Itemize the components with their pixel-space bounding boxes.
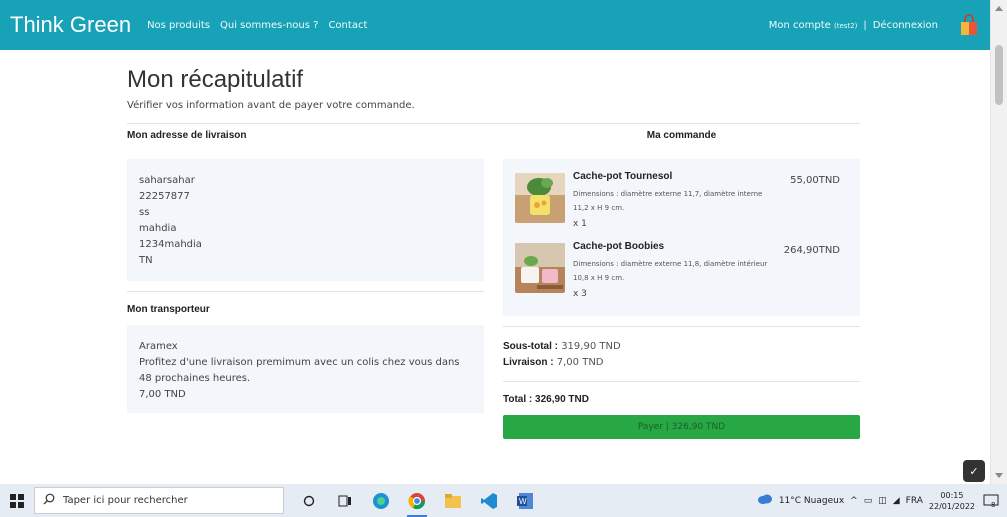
- product-info: Cache-pot Boobies Dimensions : diamètre …: [573, 239, 783, 309]
- taskbar-apps: W: [296, 488, 538, 517]
- clock-time: 00:15: [940, 490, 964, 500]
- language-indicator[interactable]: FRA: [906, 496, 923, 506]
- account-link[interactable]: Mon compte (test2): [769, 20, 858, 31]
- account-nav: Mon compte (test2) | Déconnexion: [769, 14, 980, 36]
- cortana-icon[interactable]: [296, 488, 322, 514]
- shopping-bag-icon[interactable]: [958, 14, 980, 36]
- address-line: mahdia: [139, 223, 177, 234]
- carrier-name: Aramex: [139, 341, 178, 352]
- shipping-value: 7,00 TND: [556, 357, 604, 368]
- volume-icon[interactable]: ◢: [893, 496, 900, 506]
- product-image: [515, 243, 565, 293]
- carrier-box: Aramex Profitez d'une livraison premimum…: [127, 325, 484, 413]
- vscode-icon[interactable]: [476, 488, 502, 514]
- divider: [127, 123, 860, 124]
- address-line: 1234mahdia: [139, 239, 202, 250]
- divider: [127, 291, 484, 292]
- page-scrollbar[interactable]: [990, 0, 1007, 484]
- product-price: 55,00TND: [790, 175, 840, 186]
- product-description: Dimensions : diamètre externe 11,8, diam…: [573, 257, 783, 285]
- shipping-row: Livraison : 7,00 TND: [503, 357, 604, 368]
- system-tray: 11°C Nuageux ^ ▭ ◫ ◢ FRA 00:15 22/01/202…: [757, 490, 1007, 512]
- order-totals: Sous-total : 319,90 TND Livraison : 7,00…: [503, 339, 860, 371]
- weather-text[interactable]: 11°C Nuageux: [779, 496, 844, 506]
- product-name: Cache-pot Boobies: [573, 241, 665, 252]
- address-line: 22257877: [139, 191, 190, 202]
- address-section-title: Mon adresse de livraison: [127, 130, 247, 141]
- floating-action-icon[interactable]: ✓: [963, 460, 985, 482]
- taskbar: Taper ici pour rechercher W 11°C Nuageux…: [0, 484, 1007, 517]
- pay-button[interactable]: Payer | 326,90 TND: [503, 415, 860, 439]
- right-column: Ma commande Cache-pot Tournesol Dimensio…: [503, 130, 860, 439]
- carrier-description: Profitez d'une livraison premimum avec u…: [139, 357, 460, 368]
- product-image: [515, 173, 565, 223]
- notification-icon[interactable]: 8: [981, 491, 1001, 511]
- cloud-icon: [757, 494, 773, 507]
- scroll-thumb[interactable]: [995, 45, 1003, 105]
- left-column: Mon adresse de livraison saharsahar 2225…: [127, 130, 484, 413]
- total-value: 326,90 TND: [535, 394, 589, 405]
- logout-link[interactable]: Déconnexion: [873, 20, 938, 31]
- svg-text:W: W: [519, 497, 527, 506]
- carrier-section-title: Mon transporteur: [127, 304, 210, 315]
- battery-icon[interactable]: ▭: [864, 496, 873, 506]
- subtotal-value: 319,90 TND: [561, 341, 621, 352]
- address-line: TN: [139, 255, 153, 266]
- order-item: Cache-pot Boobies Dimensions : diamètre …: [515, 239, 848, 309]
- product-description: Dimensions : diamètre externe 11,7, diam…: [573, 187, 783, 215]
- clock-date: 22/01/2022: [928, 501, 975, 511]
- product-quantity: x 3: [573, 289, 587, 299]
- product-name: Cache-pot Tournesol: [573, 171, 673, 182]
- carrier-description: 48 prochaines heures.: [139, 373, 251, 384]
- task-view-icon[interactable]: [332, 488, 358, 514]
- page-subtitle: Vérifier vos information avant de payer …: [127, 100, 415, 111]
- chrome-browser-icon[interactable]: [404, 488, 430, 517]
- file-explorer-icon[interactable]: [440, 488, 466, 514]
- nav-link-about[interactable]: Qui sommes-nous ?: [220, 20, 318, 31]
- order-item: Cache-pot Tournesol Dimensions : diamètr…: [515, 169, 848, 239]
- page-title: Mon récapitulatif: [127, 66, 304, 93]
- address-line: saharsahar: [139, 175, 195, 186]
- scroll-up-arrow-icon[interactable]: [995, 6, 1003, 11]
- nav-link-contact[interactable]: Contact: [328, 20, 367, 31]
- product-description-line: Dimensions : diamètre externe 11,7, diam…: [573, 190, 763, 198]
- product-description-line: 11,2 x H 9 cm.: [573, 204, 625, 212]
- product-description-line: Dimensions : diamètre externe 11,8, diam…: [573, 260, 768, 268]
- address-line: ss: [139, 207, 150, 218]
- edge-browser-icon[interactable]: [368, 488, 394, 514]
- clock[interactable]: 00:15 22/01/2022: [929, 490, 975, 512]
- product-info: Cache-pot Tournesol Dimensions : diamètr…: [573, 169, 783, 239]
- nav-link-products[interactable]: Nos produits: [147, 20, 210, 31]
- product-price: 264,90TND: [783, 245, 840, 256]
- order-box: Cache-pot Tournesol Dimensions : diamètr…: [503, 159, 860, 316]
- network-icon[interactable]: ◫: [878, 496, 887, 506]
- nav-links: Nos produits Qui sommes-nous ? Contact: [147, 20, 367, 31]
- nav-separator: |: [863, 19, 867, 31]
- product-description-line: 10,8 x H 9 cm.: [573, 274, 625, 282]
- word-icon[interactable]: W: [512, 488, 538, 514]
- search-icon: [43, 493, 55, 508]
- notification-count: 8: [991, 501, 995, 508]
- carrier-price: 7,00 TND: [139, 389, 186, 400]
- order-section-title: Ma commande: [646, 130, 717, 141]
- total-row: Total : 326,90 TND: [503, 394, 589, 405]
- main-content: Mon récapitulatif Vérifier vos informati…: [127, 50, 860, 439]
- windows-start-icon[interactable]: [0, 484, 34, 517]
- divider: [503, 381, 860, 382]
- subtotal-row: Sous-total : 319,90 TND: [503, 341, 621, 352]
- search-placeholder: Taper ici pour rechercher: [63, 495, 188, 506]
- chevron-up-icon[interactable]: ^: [850, 496, 858, 506]
- scroll-down-arrow-icon[interactable]: [995, 473, 1003, 478]
- brand-logo[interactable]: Think Green: [10, 12, 131, 38]
- product-quantity: x 1: [573, 219, 587, 229]
- navbar: Think Green Nos produits Qui sommes-nous…: [0, 0, 990, 50]
- address-box: saharsahar 22257877 ss mahdia 1234mahdia…: [127, 159, 484, 281]
- taskbar-search-input[interactable]: Taper ici pour rechercher: [34, 487, 284, 514]
- divider: [503, 326, 860, 327]
